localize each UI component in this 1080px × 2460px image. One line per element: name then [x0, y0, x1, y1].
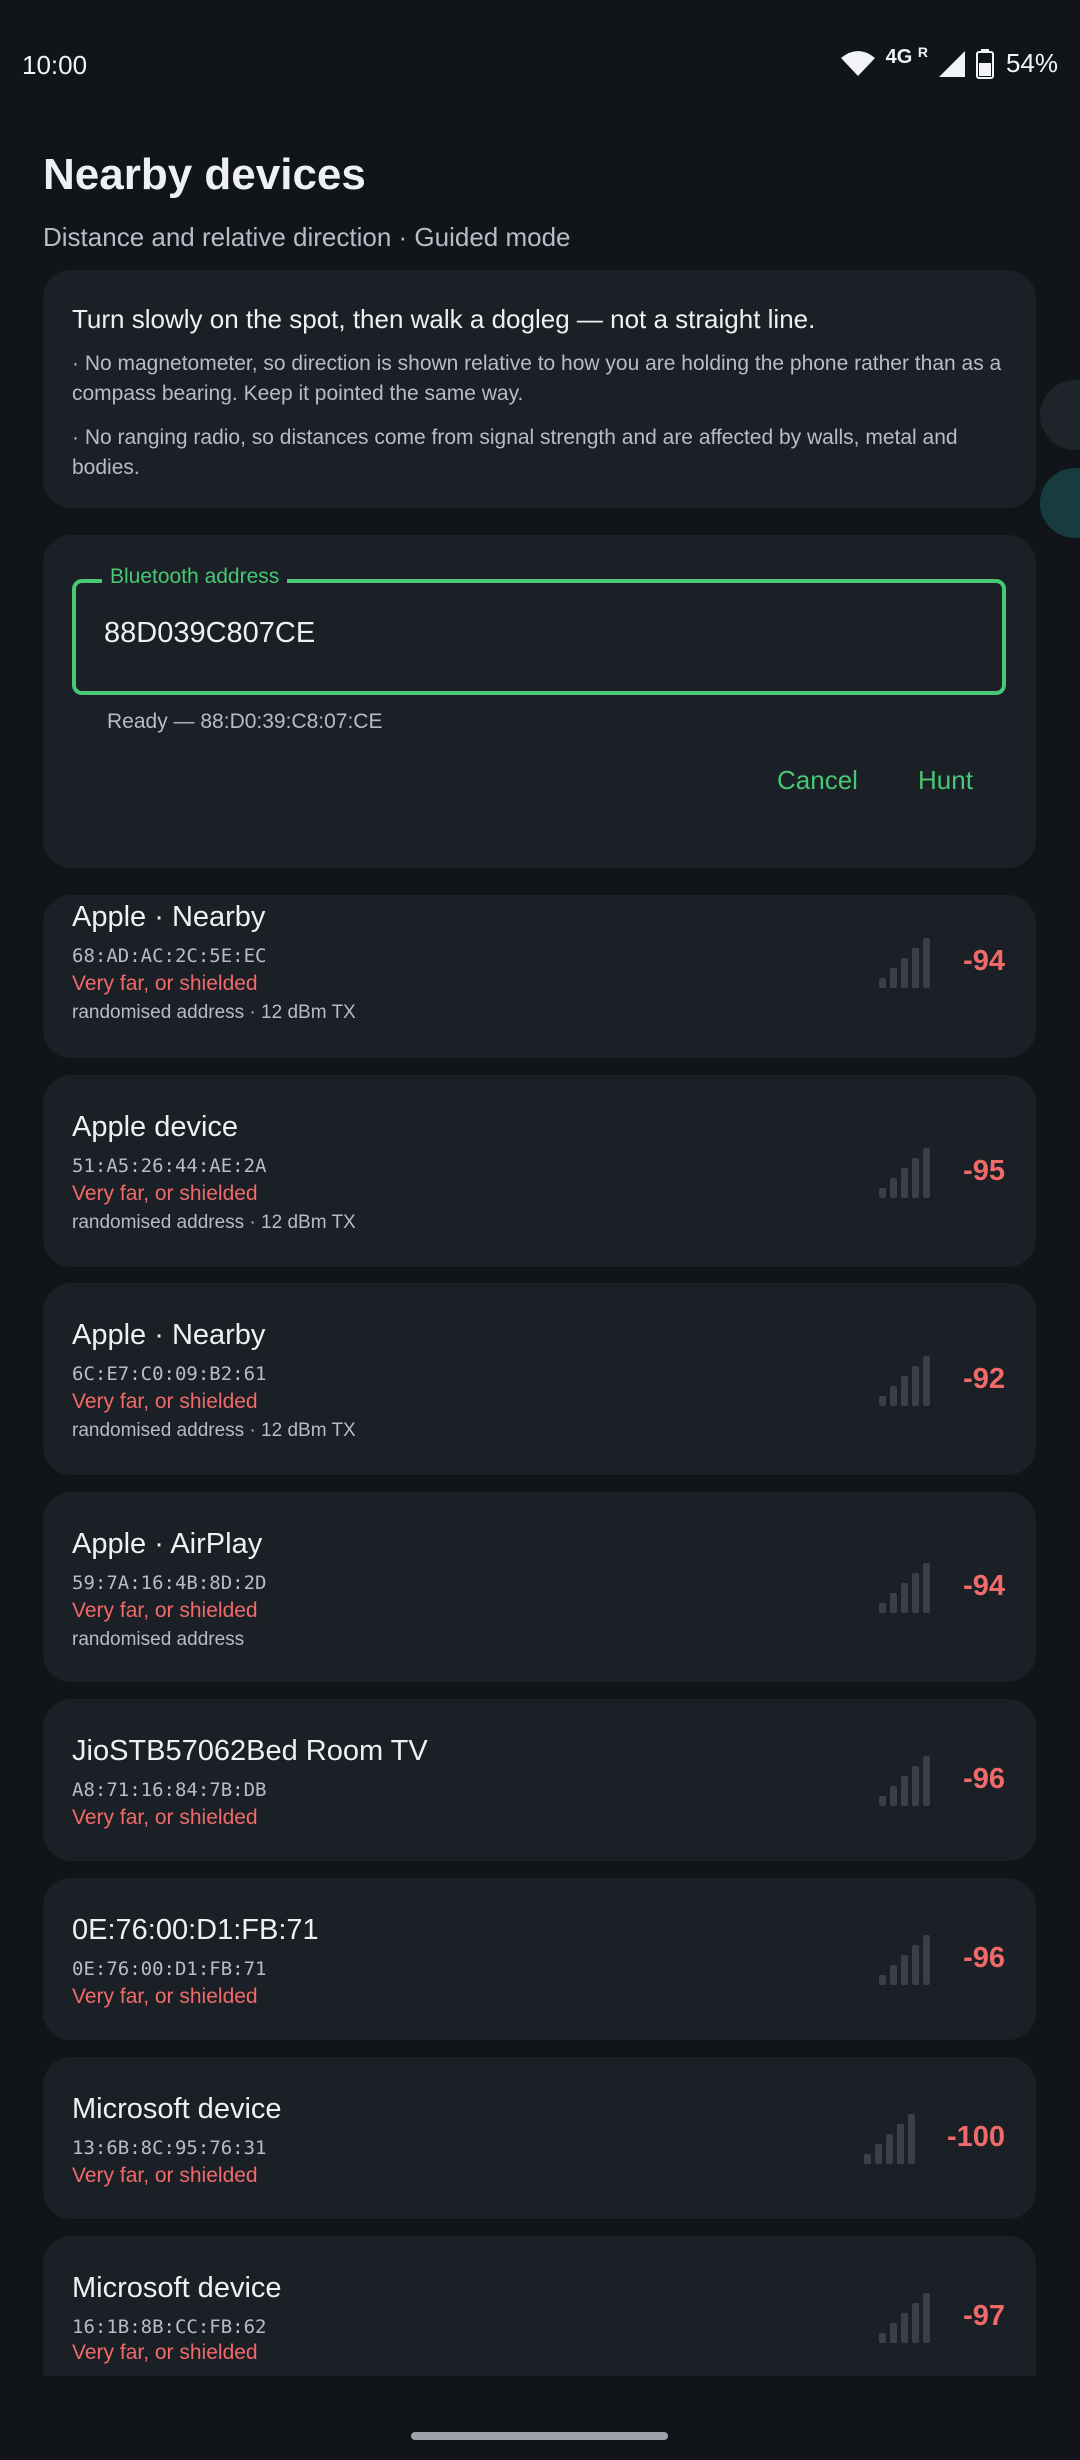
device-name: Microsoft device [72, 2272, 282, 2304]
bluetooth-address-input[interactable] [104, 617, 964, 650]
battery-percent: 54% [1005, 48, 1058, 78]
field-label: Bluetooth address [102, 565, 288, 589]
page-header: Nearby devices Distance and relative dir… [43, 150, 571, 253]
device-address: 0E:76:00:D1:FB:71 [72, 1958, 267, 1980]
address-dialog: Bluetooth address Ready — 88:D0:39:C8:07… [43, 535, 1036, 868]
edge-edit-button[interactable] [1040, 468, 1080, 538]
address-helper-text: Ready — 88:D0:39:C8:07:CE [107, 710, 383, 733]
device-distance: Very far, or shielded [72, 1182, 258, 1205]
rssi-value: -96 [963, 1763, 1005, 1795]
status-icons: 4G R 54% [840, 44, 1058, 79]
device-distance: Very far, or shielded [72, 1985, 258, 2008]
guidance-title: Turn slowly on the spot, then walk a dog… [72, 304, 816, 334]
home-indicator[interactable] [411, 2432, 668, 2440]
page-subtitle: Distance and relative direction · Guided… [43, 222, 571, 252]
wifi-icon [840, 50, 875, 76]
device-note: randomised address [72, 1629, 245, 1650]
cancel-button[interactable]: Cancel [777, 765, 858, 796]
device-distance: Very far, or shielded [72, 2341, 258, 2364]
device-distance: Very far, or shielded [72, 1806, 258, 1829]
device-distance: Very far, or shielded [72, 972, 258, 995]
signal-bars-icon [879, 1935, 930, 1985]
rssi-value: -96 [963, 1942, 1005, 1974]
device-item[interactable]: Apple · Nearby 6C:E7:C0:09:B2:61 Very fa… [43, 1283, 1036, 1475]
rssi-value: -92 [963, 1363, 1005, 1395]
cell-signal-icon [938, 50, 965, 77]
device-address: 6C:E7:C0:09:B2:61 [72, 1363, 267, 1385]
page-title: Nearby devices [43, 150, 366, 199]
rssi-value: -97 [963, 2300, 1005, 2332]
network-type: 4G R [885, 44, 928, 68]
device-name: Apple · Nearby [72, 901, 266, 933]
rssi-value: -94 [963, 945, 1005, 977]
device-item[interactable]: 0E:76:00:D1:FB:71 0E:76:00:D1:FB:71 Very… [43, 1878, 1036, 2040]
device-note: randomised address · 12 dBm TX [72, 1420, 356, 1441]
guidance-bullet: · No magnetometer, so direction is shown… [72, 352, 1002, 405]
signal-bars-icon [879, 1148, 930, 1198]
device-address: 59:7A:16:4B:8D:2D [72, 1572, 267, 1594]
device-item[interactable]: Apple · AirPlay 59:7A:16:4B:8D:2D Very f… [43, 1492, 1036, 1682]
device-name: JioSTB57062Bed Room TV [72, 1735, 428, 1767]
device-item[interactable]: Microsoft device 16:1B:8B:CC:FB:62 Very … [43, 2236, 1036, 2376]
device-name: Apple · AirPlay [72, 1528, 263, 1560]
device-address: 16:1B:8B:CC:FB:62 [72, 2316, 267, 2338]
status-bar: 10:00 4G R 54% [0, 0, 1080, 130]
guidance-card: Turn slowly on the spot, then walk a dog… [43, 270, 1036, 508]
signal-bars-icon [879, 2293, 930, 2343]
hunt-button[interactable]: Hunt [918, 765, 973, 796]
device-address: 13:6B:8C:95:76:31 [72, 2137, 267, 2159]
rssi-value: -94 [963, 1570, 1005, 1602]
device-distance: Very far, or shielded [72, 2164, 258, 2187]
device-name: 0E:76:00:D1:FB:71 [72, 1914, 319, 1946]
device-note: randomised address · 12 dBm TX [72, 1002, 356, 1023]
device-address: 51:A5:26:44:AE:2A [72, 1155, 267, 1177]
signal-bars-icon [864, 2114, 915, 2164]
rssi-value: -95 [963, 1155, 1005, 1187]
signal-bars-icon [879, 1356, 930, 1406]
status-time: 10:00 [22, 50, 88, 80]
device-item[interactable]: Microsoft device 13:6B:8C:95:76:31 Very … [43, 2057, 1036, 2219]
edge-floating-button[interactable] [1040, 380, 1080, 450]
rssi-value: -100 [946, 2121, 1005, 2153]
device-distance: Very far, or shielded [72, 1599, 258, 1622]
device-address: A8:71:16:84:7B:DB [72, 1779, 267, 1801]
battery-icon [975, 48, 994, 79]
signal-bars-icon [879, 938, 930, 988]
bluetooth-address-field[interactable]: Bluetooth address [72, 565, 1006, 695]
device-name: Apple · Nearby [72, 1319, 266, 1351]
signal-bars-icon [879, 1756, 930, 1806]
device-name: Apple device [72, 1111, 239, 1143]
device-item[interactable]: Apple · Nearby 68:AD:AC:2C:5E:EC Very fa… [43, 895, 1036, 1058]
device-address: 68:AD:AC:2C:5E:EC [72, 945, 267, 967]
signal-bars-icon [879, 1563, 930, 1613]
device-item[interactable]: JioSTB57062Bed Room TV A8:71:16:84:7B:DB… [43, 1699, 1036, 1861]
guidance-bullet: · No ranging radio, so distances come fr… [72, 426, 958, 479]
device-item[interactable]: Apple device 51:A5:26:44:AE:2A Very far,… [43, 1075, 1036, 1267]
device-note: randomised address · 12 dBm TX [72, 1212, 356, 1233]
device-name: Microsoft device [72, 2093, 282, 2125]
device-distance: Very far, or shielded [72, 1390, 258, 1413]
